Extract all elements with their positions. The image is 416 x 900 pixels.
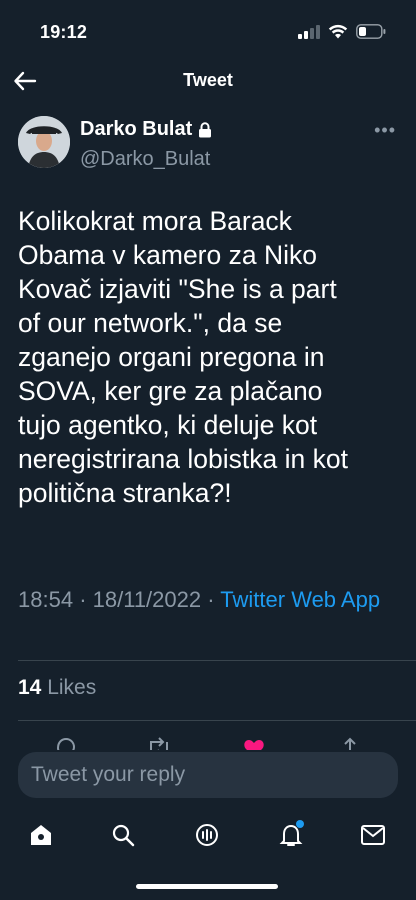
- tab-home[interactable]: [24, 818, 58, 852]
- reply-bar[interactable]: [18, 752, 398, 798]
- retweet-icon[interactable]: [146, 736, 172, 750]
- tweet-text: Kolikokrat mora Barack Obama v kamero za…: [18, 206, 348, 508]
- avatar-image: [18, 116, 70, 168]
- tweet-time: 18:54: [18, 587, 74, 612]
- reply-input[interactable]: [31, 763, 398, 787]
- tweet-source-link[interactable]: Twitter Web App: [220, 587, 380, 612]
- author-handle[interactable]: @Darko_Bulat: [80, 148, 210, 171]
- status-bar: 19:12: [0, 0, 416, 60]
- tab-search[interactable]: [106, 818, 140, 852]
- status-time: 19:12: [40, 22, 88, 42]
- divider: [18, 660, 416, 661]
- nav-header: Tweet: [0, 60, 416, 104]
- tab-messages[interactable]: [356, 818, 390, 852]
- more-options-icon[interactable]: •••: [374, 120, 396, 141]
- bottom-tab-bar: [0, 812, 416, 858]
- tweet-meta: 18:54 · 18/11/2022 · Twitter Web App: [18, 584, 402, 615]
- tab-notifications[interactable]: [274, 818, 308, 852]
- home-icon: [31, 825, 51, 845]
- spaces-icon: [196, 824, 218, 846]
- status-icons: [298, 24, 386, 39]
- tweet-date: 18/11/2022: [92, 587, 202, 612]
- meta-separator: ·: [207, 587, 215, 612]
- page-title: Tweet: [183, 70, 233, 90]
- lock-icon: [199, 121, 212, 137]
- meta-separator: ·: [79, 587, 87, 612]
- reply-icon[interactable]: [54, 736, 78, 750]
- author-name-wrap[interactable]: Darko Bulat: [80, 118, 212, 141]
- divider: [18, 720, 416, 721]
- notification-dot: [296, 820, 304, 828]
- battery-icon: [356, 24, 386, 39]
- tab-spaces[interactable]: [190, 818, 224, 852]
- likes-stat[interactable]: 14 Likes: [18, 676, 96, 700]
- messages-icon: [361, 825, 385, 845]
- likes-count: 14: [18, 676, 42, 699]
- author-row: Darko Bulat @Darko_Bulat •••: [18, 114, 398, 174]
- tweet-actions: [0, 734, 416, 750]
- home-indicator: [136, 884, 278, 889]
- share-icon[interactable]: [338, 736, 362, 750]
- like-heart-icon[interactable]: [242, 736, 266, 750]
- cellular-signal-icon: [298, 24, 320, 39]
- tweet-screen: 19:12 Tweet Darko Bulat @Darko_Bulat •••…: [0, 0, 416, 900]
- avatar[interactable]: [18, 116, 70, 168]
- likes-label: Likes: [47, 676, 97, 699]
- wifi-icon: [328, 24, 348, 39]
- search-icon: [112, 824, 135, 847]
- author-name: Darko Bulat: [80, 118, 193, 140]
